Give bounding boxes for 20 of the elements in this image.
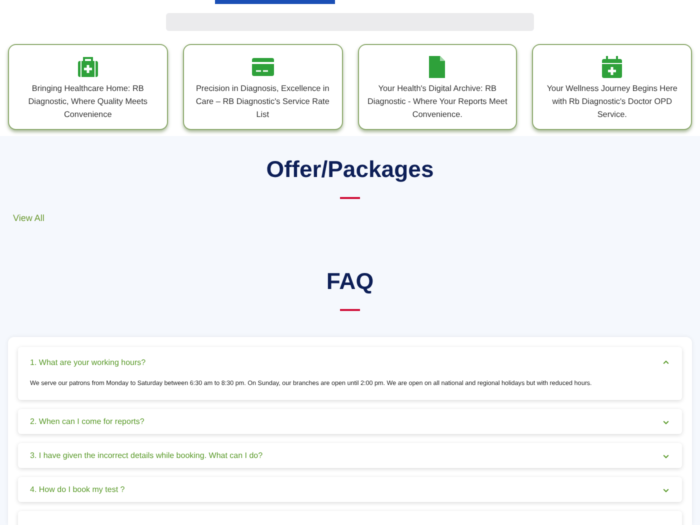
heading-underline (340, 309, 360, 311)
view-all-link[interactable]: View All (13, 213, 44, 223)
faq-question[interactable]: 1. What are your working hours? (30, 347, 670, 377)
section-heading: FAQ (326, 268, 374, 295)
section-heading: Offer/Packages (266, 156, 434, 183)
heading-underline (340, 197, 360, 199)
service-card[interactable]: Precision in Diagnosis, Excellence in Care – RB Diagnostic's Service Rate List (182, 44, 342, 130)
service-description: Precision in Diagnosis, Excellence in Care – RB Diagnostic's Service Rate List (194, 83, 330, 121)
faq-question[interactable]: 2. When can I come for reports? (30, 409, 670, 434)
faq-question[interactable]: 3. I have given the incorrect details while booking. What can I do? (30, 443, 670, 468)
medical-bag-icon (76, 55, 100, 79)
service-description: Bringing Healthcare Home: RB Diagnostic, Where Quality Meets Convenience (27, 83, 148, 121)
credit-card-icon (250, 55, 275, 79)
service-description: Your Wellness Journey Begins Here with Rb Diagnostic's Doctor OPD Service. (546, 83, 678, 121)
service-description: Your Health's Digital Archive: RB Diagnostic - Where Your Reports Meet Convenience. (366, 83, 508, 121)
service-card[interactable]: Bringing Healthcare Home: RB Diagnostic, Where Quality Meets Convenience (8, 44, 168, 130)
faq-question[interactable]: 4. How do I book my test ? (30, 477, 670, 502)
service-card[interactable]: Your Health's Digital Archive: RB Diagnostic - Where Your Reports Meet Convenience. (358, 44, 518, 130)
service-card[interactable]: Your Wellness Journey Begins Here with Rb Diagnostic's Doctor OPD Service. (532, 44, 692, 130)
calendar-plus-icon (600, 55, 624, 79)
